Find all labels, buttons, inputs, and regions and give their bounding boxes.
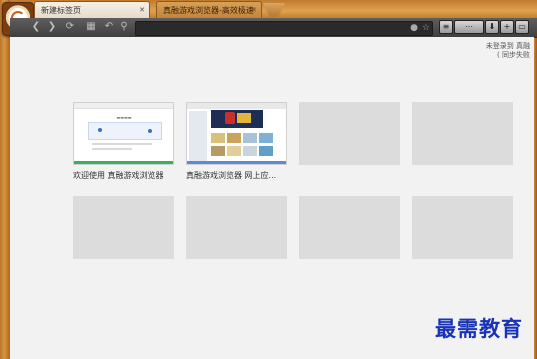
tile-label[interactable]: 真融游戏浏览器 网上应... <box>186 170 296 181</box>
thumbnail-app-tile <box>227 146 241 156</box>
watermark: 最需教育 <box>435 316 523 341</box>
thumbnail-banner-art <box>237 113 251 123</box>
undo-icon[interactable]: ↶ <box>103 20 115 34</box>
speed-dial-tile[interactable]: ▬▬▬▬ <box>73 102 174 165</box>
address-bar[interactable]: ● ☆ <box>135 21 433 36</box>
close-icon[interactable]: ✕ <box>139 2 145 18</box>
tab-label: 新建标签页 <box>41 6 81 15</box>
thumbnail-app-tile <box>243 146 257 156</box>
thumbnail-sidebar <box>189 111 207 163</box>
thumbnail-app-tile <box>211 133 225 143</box>
speed-dial-tile[interactable] <box>186 102 287 165</box>
download-icon[interactable]: ⬇ <box>485 20 499 34</box>
new-tab-page: 未登录到 真融 ( 同步失败 ▬▬▬▬ 欢迎使用 真融游戏浏览器 真融游戏浏览器… <box>10 37 534 359</box>
thumbnail-accent-bar <box>74 161 173 164</box>
add-icon[interactable]: + <box>500 20 514 34</box>
tools-icon[interactable]: ⋯ <box>454 20 484 34</box>
forward-icon[interactable]: ❯ <box>46 20 58 34</box>
window-icon[interactable]: ▭ <box>515 20 529 34</box>
thumbnail-app-tile <box>211 146 225 156</box>
thumbnail-tabbar <box>74 103 173 109</box>
thumbnail-heading: ▬▬▬▬ <box>116 115 132 120</box>
thumbnail-banner-art <box>225 112 235 124</box>
tab-new-tab[interactable]: 新建标签页 ✕ <box>34 1 150 18</box>
tab-label: 真融游戏浏览器-高效极速 <box>163 6 254 15</box>
empty-tile[interactable] <box>299 102 400 165</box>
empty-tile[interactable] <box>299 196 400 259</box>
thumbnail-text-line <box>92 143 152 145</box>
thumbnail-app-tile <box>259 146 273 156</box>
home-icon[interactable]: ▦ <box>84 20 98 34</box>
thumbnail-header <box>187 103 286 109</box>
thumbnail-dot <box>148 129 152 133</box>
empty-tile[interactable] <box>73 196 174 259</box>
tile-label[interactable]: 欢迎使用 真融游戏浏览器 <box>73 170 183 181</box>
menu-icon[interactable]: ≡ <box>439 20 453 34</box>
thumbnail-accent-bar <box>187 161 286 164</box>
empty-tile[interactable] <box>186 196 287 259</box>
empty-tile[interactable] <box>412 102 513 165</box>
login-status-line2: ( 同步失败 <box>497 51 530 59</box>
toolbar: ❮ ❯ ⟳ ▦ ↶ ⚲ ● ☆ ≡ ⋯ ⬇ + ▭ <box>10 18 537 38</box>
close-icon[interactable]: ✕ <box>251 2 257 18</box>
search-icon[interactable]: ⚲ <box>118 20 130 34</box>
tab-browser-home[interactable]: 真融游戏浏览器-高效极速 ✕ <box>156 1 262 18</box>
empty-tile[interactable] <box>412 196 513 259</box>
refresh-icon[interactable]: ⟳ <box>64 20 76 34</box>
thumbnail-app-tile <box>259 133 273 143</box>
star-icon[interactable]: ☆ <box>422 22 430 35</box>
login-status[interactable]: 未登录到 真融 ( 同步失败 <box>486 42 530 60</box>
window-frame-left <box>0 0 10 359</box>
thumbnail-app-tile <box>243 133 257 143</box>
thumbnail-text-line <box>92 148 132 150</box>
thumbnail-dot <box>98 128 102 132</box>
settings-icon[interactable]: ● <box>410 22 418 35</box>
back-icon[interactable]: ❮ <box>30 20 42 34</box>
thumbnail-app-tile <box>227 133 241 143</box>
login-status-line1: 未登录到 真融 <box>485 42 530 50</box>
